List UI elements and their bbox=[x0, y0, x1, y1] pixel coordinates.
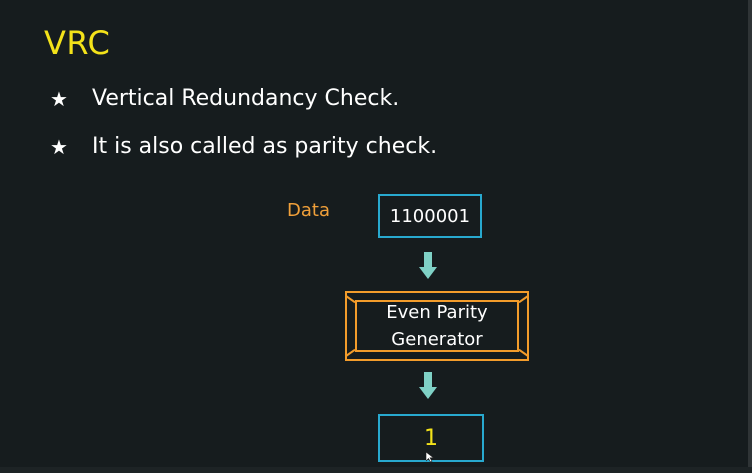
parity-generator-label: Even Parity Generator bbox=[347, 293, 527, 359]
data-box: 1100001 bbox=[378, 194, 482, 238]
bullet-item: ★ Vertical Redundancy Check. bbox=[50, 86, 399, 111]
bullet-text: It is also called as parity check. bbox=[92, 134, 438, 159]
generator-line-2: Generator bbox=[391, 329, 483, 350]
data-label: Data bbox=[287, 200, 330, 221]
data-value: 1100001 bbox=[389, 205, 471, 227]
parity-bit-value: 1 bbox=[424, 425, 438, 451]
window-edge-bottom bbox=[0, 467, 752, 473]
generator-line-1: Even Parity bbox=[386, 302, 488, 323]
slide-title: VRC bbox=[44, 24, 111, 62]
mouse-cursor-icon bbox=[426, 452, 434, 462]
slide: VRC ★ Vertical Redundancy Check. ★ It is… bbox=[0, 0, 752, 473]
star-icon: ★ bbox=[50, 134, 68, 159]
down-arrow-icon bbox=[419, 372, 437, 399]
star-icon: ★ bbox=[50, 86, 68, 111]
window-edge-right bbox=[748, 0, 752, 473]
down-arrow-icon bbox=[419, 252, 437, 279]
bullet-item: ★ It is also called as parity check. bbox=[50, 134, 437, 159]
bullet-text: Vertical Redundancy Check. bbox=[92, 86, 400, 111]
parity-generator-box: Even Parity Generator bbox=[345, 291, 529, 361]
